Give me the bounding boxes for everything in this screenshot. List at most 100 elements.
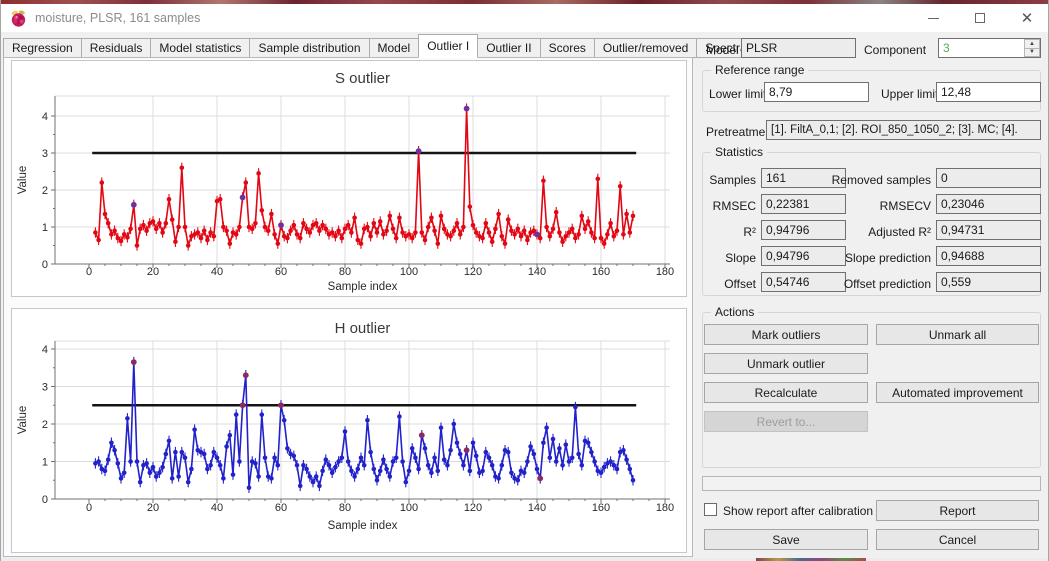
show-report-label: Show report after calibration bbox=[723, 504, 873, 518]
svg-text:3: 3 bbox=[42, 148, 48, 160]
title-bar: moisture, PLSR, 161 samples ✕ bbox=[1, 4, 1048, 32]
stat-label: Slope bbox=[704, 251, 756, 265]
svg-text:100: 100 bbox=[400, 266, 418, 278]
svg-text:20: 20 bbox=[147, 266, 159, 278]
automated-improvement-button[interactable]: Automated improvement bbox=[876, 382, 1039, 403]
h-outlier-chart[interactable]: 0 20 40 60 80 100 120 140 160 180 0 1 2 3 4 H outlier Sa… bbox=[12, 309, 688, 554]
svg-text:40: 40 bbox=[211, 502, 223, 514]
component-stepper[interactable]: 3 ▲ ▼ bbox=[938, 38, 1041, 58]
svg-text:Sample index: Sample index bbox=[328, 520, 398, 532]
upper-limit-field[interactable] bbox=[936, 82, 1041, 102]
tab-outlier-i[interactable]: Outlier I bbox=[418, 34, 478, 58]
tab-model-statistics[interactable]: Model statistics bbox=[151, 38, 250, 58]
stat-label: R² bbox=[704, 225, 756, 239]
window-title: moisture, PLSR, 161 samples bbox=[35, 11, 200, 25]
stat-value-field[interactable] bbox=[936, 272, 1041, 292]
svg-text:S outlier: S outlier bbox=[335, 70, 390, 87]
maximize-icon bbox=[975, 13, 985, 23]
maximize-button[interactable] bbox=[960, 4, 1000, 32]
stat-value-field[interactable] bbox=[936, 246, 1041, 266]
svg-text:180: 180 bbox=[656, 502, 674, 514]
svg-text:Sample index: Sample index bbox=[328, 281, 398, 293]
svg-text:180: 180 bbox=[656, 266, 674, 278]
spin-down-icon[interactable]: ▼ bbox=[1024, 48, 1040, 58]
component-label: Component bbox=[864, 43, 926, 57]
actions-title: Actions bbox=[711, 305, 758, 319]
svg-text:H outlier: H outlier bbox=[335, 320, 391, 337]
svg-text:100: 100 bbox=[400, 502, 418, 514]
tab-model[interactable]: Model bbox=[370, 38, 420, 58]
svg-text:160: 160 bbox=[592, 502, 610, 514]
svg-text:140: 140 bbox=[528, 266, 546, 278]
minimize-icon bbox=[928, 18, 939, 19]
recalculate-button[interactable]: Recalculate bbox=[704, 382, 868, 403]
stat-label: Slope prediction bbox=[821, 251, 931, 265]
lower-limit-field[interactable] bbox=[764, 82, 869, 102]
stat-label: Offset bbox=[704, 277, 756, 291]
svg-text:0: 0 bbox=[42, 259, 48, 271]
svg-text:2: 2 bbox=[42, 419, 48, 431]
tab-outlier-removed[interactable]: Outlier/removed bbox=[595, 38, 697, 58]
progress-bar bbox=[702, 476, 1041, 491]
s-outlier-chart-panel: 0 20 40 60 80 100 120 140 160 180 0 1 2 3 4 S outlier Sa… bbox=[11, 60, 687, 297]
svg-text:80: 80 bbox=[339, 266, 351, 278]
cancel-button[interactable]: Cancel bbox=[876, 529, 1039, 550]
stat-label: RMSEC bbox=[704, 199, 756, 213]
tab-scores[interactable]: Scores bbox=[541, 38, 595, 58]
lower-limit-label: Lower limit bbox=[709, 87, 766, 101]
svg-text:40: 40 bbox=[211, 266, 223, 278]
svg-text:60: 60 bbox=[275, 502, 287, 514]
reference-range-title: Reference range bbox=[711, 63, 808, 77]
h-outlier-chart-panel: 0 20 40 60 80 100 120 140 160 180 0 1 2 3 4 H outlier Sa… bbox=[11, 308, 687, 553]
svg-text:Value: Value bbox=[17, 406, 29, 435]
close-icon: ✕ bbox=[1021, 11, 1034, 26]
svg-text:80: 80 bbox=[339, 502, 351, 514]
svg-text:Value: Value bbox=[17, 166, 29, 195]
component-value: 3 bbox=[943, 41, 950, 55]
svg-text:2: 2 bbox=[42, 185, 48, 197]
report-button[interactable]: Report bbox=[876, 500, 1039, 521]
svg-text:1: 1 bbox=[42, 222, 48, 234]
tab-residuals[interactable]: Residuals bbox=[82, 38, 152, 58]
svg-text:120: 120 bbox=[464, 502, 482, 514]
minimize-button[interactable] bbox=[913, 4, 953, 32]
show-report-checkbox[interactable] bbox=[704, 503, 717, 516]
svg-text:20: 20 bbox=[147, 502, 159, 514]
svg-text:4: 4 bbox=[42, 344, 48, 356]
stat-label: RMSECV bbox=[821, 199, 931, 213]
svg-text:120: 120 bbox=[464, 266, 482, 278]
berry-icon bbox=[9, 9, 28, 28]
tab-outlier-ii[interactable]: Outlier II bbox=[478, 38, 540, 58]
model-label: Model bbox=[706, 43, 739, 57]
svg-text:3: 3 bbox=[42, 382, 48, 394]
model-field[interactable] bbox=[741, 38, 856, 58]
tab-regression[interactable]: Regression bbox=[3, 38, 82, 58]
svg-text:0: 0 bbox=[86, 502, 92, 514]
svg-text:60: 60 bbox=[275, 266, 287, 278]
s-outlier-chart[interactable]: 0 20 40 60 80 100 120 140 160 180 0 1 2 3 4 S outlier Sa… bbox=[12, 61, 688, 298]
stat-label: Samples bbox=[704, 173, 756, 187]
unmark-outlier-button[interactable]: Unmark outlier bbox=[704, 353, 868, 374]
save-button[interactable]: Save bbox=[704, 529, 868, 550]
stat-label: Offset prediction bbox=[821, 277, 931, 291]
stat-label: Removed samples bbox=[821, 173, 931, 187]
svg-text:0: 0 bbox=[42, 494, 48, 506]
svg-text:1: 1 bbox=[42, 457, 48, 469]
svg-text:4: 4 bbox=[42, 111, 48, 123]
stat-value-field[interactable] bbox=[936, 168, 1041, 188]
stat-value-field[interactable] bbox=[936, 194, 1041, 214]
mark-outliers-button[interactable]: Mark outliers bbox=[704, 324, 868, 345]
svg-text:0: 0 bbox=[86, 266, 92, 278]
statistics-title: Statistics bbox=[711, 145, 767, 159]
tab-sample-distribution[interactable]: Sample distribution bbox=[250, 38, 369, 58]
close-button[interactable]: ✕ bbox=[1007, 4, 1047, 32]
unmark-all-button[interactable]: Unmark all bbox=[876, 324, 1039, 345]
pretreatments-field[interactable] bbox=[766, 120, 1041, 140]
svg-text:160: 160 bbox=[592, 266, 610, 278]
svg-text:140: 140 bbox=[528, 502, 546, 514]
revert-to-button[interactable]: Revert to... bbox=[704, 411, 868, 432]
upper-limit-label: Upper limit bbox=[881, 87, 938, 101]
tab-strip: RegressionResidualsModel statisticsSampl… bbox=[3, 36, 810, 58]
application-window: moisture, PLSR, 161 samples ✕ Regression… bbox=[0, 0, 1049, 561]
stat-value-field[interactable] bbox=[936, 220, 1041, 240]
